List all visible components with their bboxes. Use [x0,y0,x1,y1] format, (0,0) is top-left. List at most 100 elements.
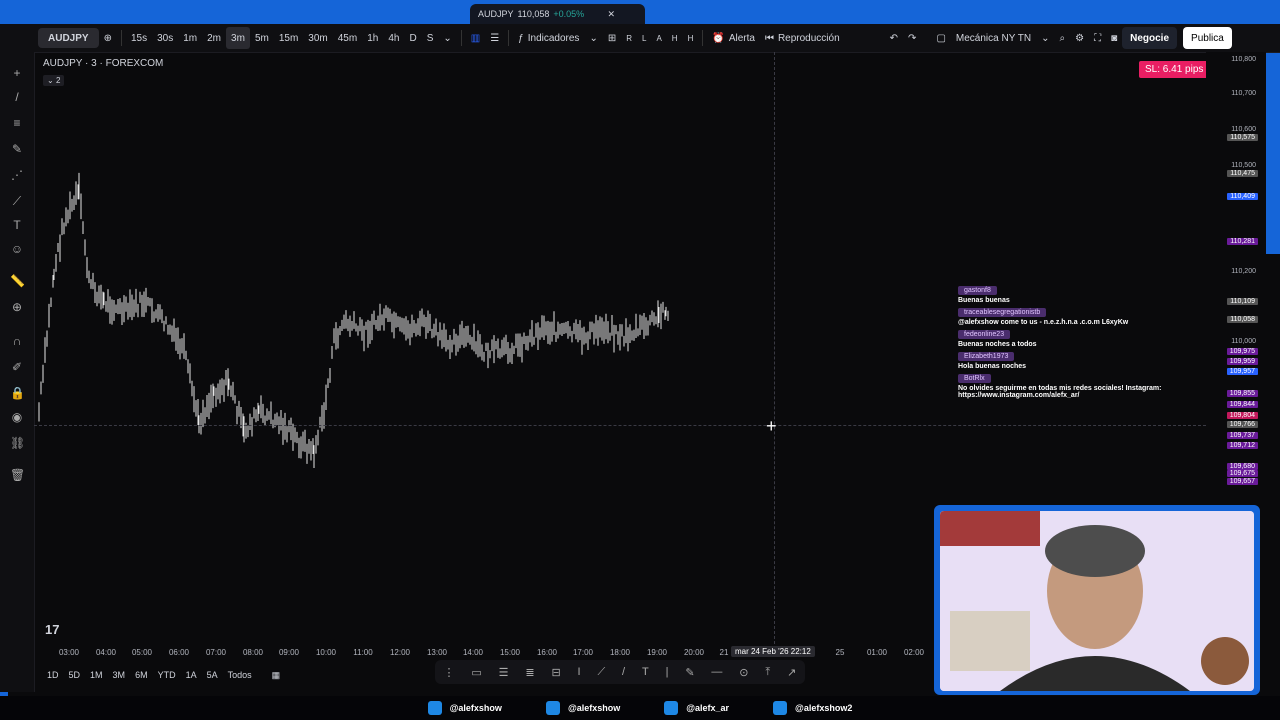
timeframe-4h[interactable]: 4h [383,27,404,49]
timeframe-30s[interactable]: 30s [152,27,178,49]
gear-icon[interactable]: ⚙ [1070,27,1089,49]
vertical-line-icon[interactable]: | [666,666,669,678]
rlahn-a[interactable]: A [651,27,666,49]
range-5a[interactable]: 5A [202,670,223,680]
price-badge: 109,712 [1226,442,1258,449]
timeframe-d[interactable]: D [404,27,421,49]
rlahn-l[interactable]: L [637,27,651,49]
layout-name-button[interactable]: Mecánica NY TN [951,27,1036,49]
brush-icon[interactable]: ✎ [685,666,694,679]
time-label: 09:00 [278,648,300,657]
trend-icon[interactable]: ↗ [787,666,796,679]
lines-icon[interactable]: ☰ [499,666,509,679]
range-5d[interactable]: 5D [64,670,86,680]
link-icon[interactable]: ⛓ [10,436,25,450]
timeframe-45m[interactable]: 45m [333,27,362,49]
range-1a[interactable]: 1A [181,670,202,680]
range-ytd[interactable]: YTD [153,670,181,680]
timeframe-1h[interactable]: 1h [362,27,383,49]
range-all[interactable]: Todos [223,670,257,680]
ray-icon[interactable]: ⟋ [597,666,605,679]
pattern-icon[interactable]: ⋰ [10,168,24,182]
text-icon[interactable]: T [10,218,24,232]
timeframe-s[interactable]: S [422,27,439,49]
layout-grid-icon[interactable]: ⊞ [603,27,621,49]
horizontal-line-icon[interactable]: — [711,666,722,678]
alert-button[interactable]: ⏰ Alerta [707,27,760,49]
drag-handle-icon[interactable]: ⋮ [443,666,454,679]
text-cursor-icon[interactable]: I [578,666,581,678]
rectangle-icon[interactable]: ▭ [471,666,481,679]
text-icon[interactable]: T [642,666,649,678]
redo-icon[interactable]: ↷ [903,27,921,49]
layout-icon[interactable]: ▢ [931,27,950,49]
publish-button[interactable]: Publica [1183,27,1232,49]
trendline-icon[interactable]: / [10,90,24,104]
emoji-icon[interactable]: ☺ [10,242,24,256]
forecast-icon[interactable]: ⟋ [10,194,24,208]
social-link[interactable]: @alefxshow [427,701,502,715]
fullscreen-icon[interactable]: ⛶ [1089,27,1106,49]
time-label: 10:00 [315,648,337,657]
rlahn-h1[interactable]: H [667,27,683,49]
price-label: 110,700 [1231,90,1256,97]
divider [460,30,462,46]
divider [508,30,510,46]
timeframe-15m[interactable]: 15m [274,27,303,49]
chevron-down-icon[interactable]: ⌄ [1036,27,1054,49]
chevron-down-icon[interactable]: ⌄ [584,27,602,49]
timeframe-1m[interactable]: 1m [178,27,202,49]
range-6m[interactable]: 6M [130,670,153,680]
price-badge: 109,957 [1226,368,1258,375]
indicators-icon: ƒ [518,32,524,44]
social-link[interactable]: @alefx_ar [664,701,729,715]
calendar-icon[interactable]: ▦ [267,670,286,681]
social-link[interactable]: @alefxshow [545,701,620,715]
timeframe-3m[interactable]: 3m [226,27,250,49]
time-label: 14:00 [462,648,484,657]
measure-icon[interactable]: ⤒ [765,666,770,679]
stop-loss-badge: SL: 6.41 pips [1139,61,1210,78]
symbol-search-button[interactable]: AUDJPY [38,28,99,48]
channel-icon[interactable]: ⊟ [551,666,560,679]
trash-icon[interactable]: 🗑 [10,468,25,482]
chevron-down-icon[interactable]: ⌄ [438,27,456,49]
indicators-button[interactable]: ƒ Indicadores [513,27,584,49]
range-1m[interactable]: 1M [85,670,108,680]
social-link[interactable]: @alefxshow2 [773,701,852,715]
compare-icon[interactable]: ⊕ [99,27,117,49]
lock-icon[interactable]: 🔒 [10,386,25,400]
range-1d[interactable]: 1D [42,670,64,680]
fib-icon[interactable]: ≣ [525,666,534,679]
close-icon[interactable]: ✕ [607,9,615,20]
eye-icon[interactable]: ◉ [10,410,24,424]
lock-draw-icon[interactable]: ✐ [10,360,24,374]
magnet-icon[interactable]: ∩ [10,334,24,348]
timeframe-15s[interactable]: 15s [126,27,152,49]
time-label: 18:00 [609,648,631,657]
chat-username: gastonf8 [958,286,997,295]
candles-icon[interactable]: ▥ [466,27,485,49]
range-3m[interactable]: 3M [108,670,131,680]
brush-icon[interactable]: ✎ [10,142,24,156]
pen-icon[interactable]: / [622,666,625,678]
target-icon[interactable]: ⊙ [739,666,748,679]
browser-tab[interactable]: AUDJPY 110,058 +0.05% ✕ [470,4,645,24]
search-icon[interactable]: ⌕ [1055,27,1071,49]
camera-icon[interactable]: ◙ [1106,27,1122,49]
chart-type-icon[interactable]: ☰ [485,27,504,49]
ruler-icon[interactable]: 📏 [10,274,25,288]
trade-button[interactable]: Negocie [1122,27,1178,49]
undo-icon[interactable]: ↶ [885,27,903,49]
timeframe-30m[interactable]: 30m [303,27,332,49]
indicators-label: Indicadores [527,32,580,44]
rlahn-r[interactable]: R [621,27,637,49]
cursor-icon[interactable]: + [10,66,24,80]
rlahn-h2[interactable]: H [683,27,699,49]
fib-icon[interactable]: ≡ [10,116,24,130]
replay-button[interactable]: ⏮ Reproducción [760,27,845,49]
zoom-icon[interactable]: ⊕ [10,300,24,314]
timeframe-5m[interactable]: 5m [250,27,274,49]
indicator-count-badge[interactable]: ⌄ 2 [43,75,65,86]
timeframe-2m[interactable]: 2m [202,27,226,49]
